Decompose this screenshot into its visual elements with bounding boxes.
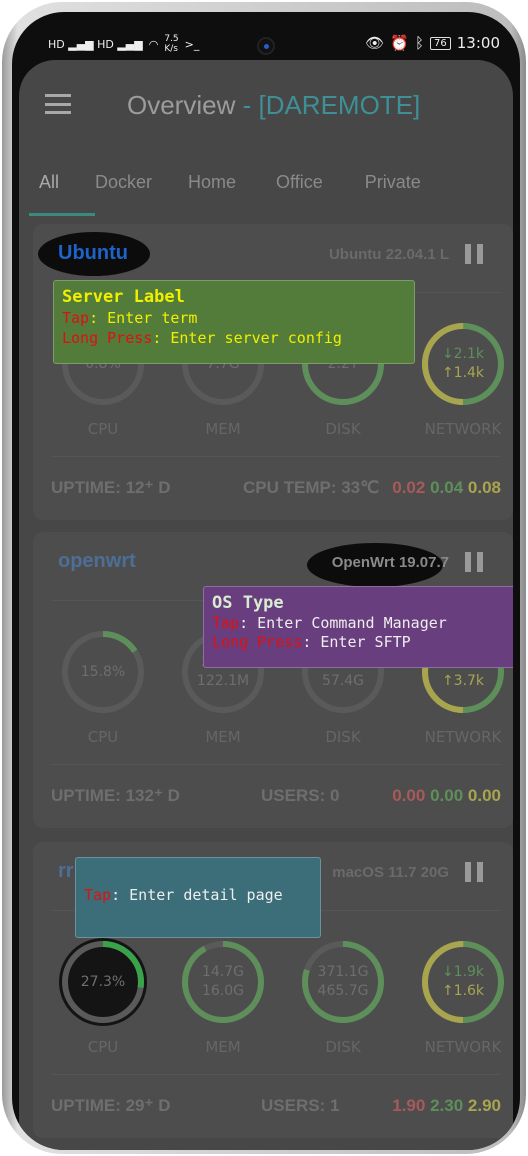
gauge-value-top: 14.7G	[201, 964, 245, 980]
load-5: 0.04	[430, 478, 464, 497]
phone-frame: HD ▂▄▆ HD ▂▄▆ ◠ 7.5 K/s >_ 👁 ⏰ ᛒ 76 13:00…	[2, 2, 526, 1154]
gauge-value-top: 371.1G	[317, 964, 369, 980]
gauge-label: MEM	[205, 1038, 241, 1056]
server-name[interactable]: rr	[58, 860, 74, 883]
card-footer: UPTIME: 12⁺ D CPU TEMP: 33℃ 0.02 0.04 0.08	[51, 478, 501, 498]
server-card[interactable]: openwrtOpenWrt 19.07.715.8%CPU28.6M122.1…	[33, 532, 513, 828]
gauge-value-bottom: 16.0G	[201, 983, 245, 999]
gauge-cpu[interactable]: 15.8% CPU	[55, 628, 151, 746]
divider	[51, 1074, 501, 1075]
tab-private[interactable]: Private	[365, 158, 421, 214]
load-15: 2.90	[467, 1096, 501, 1115]
gauge-value-bottom: 57.4G	[321, 673, 365, 689]
gauge-value-bottom: 465.7G	[317, 983, 369, 999]
gauge-value-top: 27.3%	[80, 973, 126, 990]
net-up: ↑1.4k	[441, 365, 485, 381]
alarm-icon: ⏰	[390, 34, 410, 52]
card-footer: UPTIME: 29⁺ D USERS: 1 1.90 2.30 2.90	[51, 1096, 501, 1116]
net-up: ↑1.6k	[441, 983, 485, 999]
camera-cutout	[257, 37, 275, 55]
tab-office[interactable]: Office	[276, 158, 323, 214]
load-15: 0.08	[467, 478, 501, 497]
gauge-label: DISK	[325, 420, 361, 438]
net-up: ↑3.7k	[441, 673, 485, 689]
gauge-disk[interactable]: 371.1G 465.7G DISK	[295, 938, 391, 1056]
footer-info: CPU TEMP: 33℃	[243, 478, 380, 497]
load-1: 0.02	[392, 478, 426, 497]
divider	[51, 456, 501, 457]
menu-icon[interactable]	[45, 94, 71, 114]
terminal-icon: >_	[184, 37, 200, 51]
sim-signal-icon: HD ▂▄▆ HD ▂▄▆	[48, 37, 143, 51]
server-os[interactable]: Ubuntu 22.04.1 L	[329, 246, 449, 263]
server-card[interactable]: rr macOS 11.7 20G 27.3% CPU 14.7G 16.0G MEM 371…	[33, 842, 513, 1138]
gauge-label: DISK	[325, 728, 361, 746]
tab-bar: All Docker Home Office Private	[19, 158, 513, 214]
net-down: ↓1.9k	[441, 964, 485, 980]
footer-info: USERS: 1	[261, 1096, 340, 1115]
server-os[interactable]: OpenWrt 19.07.7	[332, 554, 449, 571]
tooltip-server-label: Server Label Tap: Enter term Long Press: E…	[53, 280, 415, 364]
tab-indicator	[29, 213, 95, 216]
footer-info: USERS: 0	[261, 786, 340, 805]
gauge-label: MEM	[205, 420, 241, 438]
gauge-network[interactable]: ↓1.9k ↑1.6k NETWORK	[415, 938, 511, 1056]
tooltip-os-type: OS Type Tap: Enter Command Manager Long Pr…	[203, 586, 513, 668]
gauge-label: CPU	[87, 420, 119, 438]
load-5: 2.30	[430, 1096, 464, 1115]
card-footer: UPTIME: 132⁺ D USERS: 0 0.00 0.00 0.00	[51, 786, 501, 806]
pause-icon[interactable]	[465, 862, 483, 882]
bluetooth-icon: ᛒ	[415, 34, 425, 52]
load-average: 0.00 0.00 0.00	[392, 786, 501, 806]
gauge-value-top: 15.8%	[80, 663, 126, 680]
gauge-label: NETWORK	[424, 420, 502, 438]
pause-icon[interactable]	[465, 552, 483, 572]
pause-icon[interactable]	[465, 244, 483, 264]
server-os[interactable]: macOS 11.7 20G	[332, 864, 449, 881]
gauge-label: DISK	[325, 1038, 361, 1056]
server-name[interactable]: openwrt	[58, 550, 136, 573]
uptime: UPTIME: 132⁺ D	[51, 786, 180, 805]
server-card[interactable]: UbuntuUbuntu 22.04.1 L0.8%CPU7.7GMEM2.2T…	[33, 224, 513, 520]
uptime: UPTIME: 29⁺ D	[51, 1096, 171, 1115]
gauge-label: CPU	[87, 1038, 119, 1056]
clock: 13:00	[456, 34, 500, 52]
page-title: Overview - [DAREMOTE]	[127, 90, 421, 120]
battery-icon: 76	[430, 36, 451, 50]
load-average: 1.90 2.30 2.90	[392, 1096, 501, 1116]
load-5: 0.00	[430, 786, 464, 805]
net-speed-unit: K/s	[164, 44, 178, 54]
app-screen: Overview - [DAREMOTE] All Docker Home Of…	[19, 60, 513, 1150]
gauge-value-bottom: 122.1M	[196, 673, 250, 689]
gauge-cpu[interactable]: 27.3% CPU	[55, 938, 151, 1056]
load-1: 1.90	[392, 1096, 426, 1115]
gauge-network[interactable]: ↓2.1k ↑1.4k NETWORK	[415, 320, 511, 438]
uptime: UPTIME: 12⁺ D	[51, 478, 171, 497]
gauge-label: NETWORK	[424, 1038, 502, 1056]
server-name[interactable]: Ubuntu	[58, 242, 128, 265]
app-header: Overview - [DAREMOTE]	[19, 60, 513, 160]
gauge-label: MEM	[205, 728, 241, 746]
net-speed: 7.5	[164, 34, 179, 44]
net-down: ↓2.1k	[441, 346, 485, 362]
gauge-label: NETWORK	[424, 728, 502, 746]
tab-docker[interactable]: Docker	[95, 158, 152, 214]
load-15: 0.00	[467, 786, 501, 805]
load-1: 0.00	[392, 786, 426, 805]
gauge-mem[interactable]: 14.7G 16.0G MEM	[175, 938, 271, 1056]
tooltip-detail-page: Tap: Enter detail page	[75, 857, 321, 938]
phone-bezel: HD ▂▄▆ HD ▂▄▆ ◠ 7.5 K/s >_ 👁 ⏰ ᛒ 76 13:00…	[12, 12, 520, 1150]
tab-home[interactable]: Home	[188, 158, 236, 214]
gauge-label: CPU	[87, 728, 119, 746]
eye-icon: 👁	[365, 34, 385, 52]
tab-all[interactable]: All	[39, 158, 59, 214]
load-average: 0.02 0.04 0.08	[392, 478, 501, 498]
wifi-icon: ◠	[148, 37, 159, 51]
divider	[51, 764, 501, 765]
